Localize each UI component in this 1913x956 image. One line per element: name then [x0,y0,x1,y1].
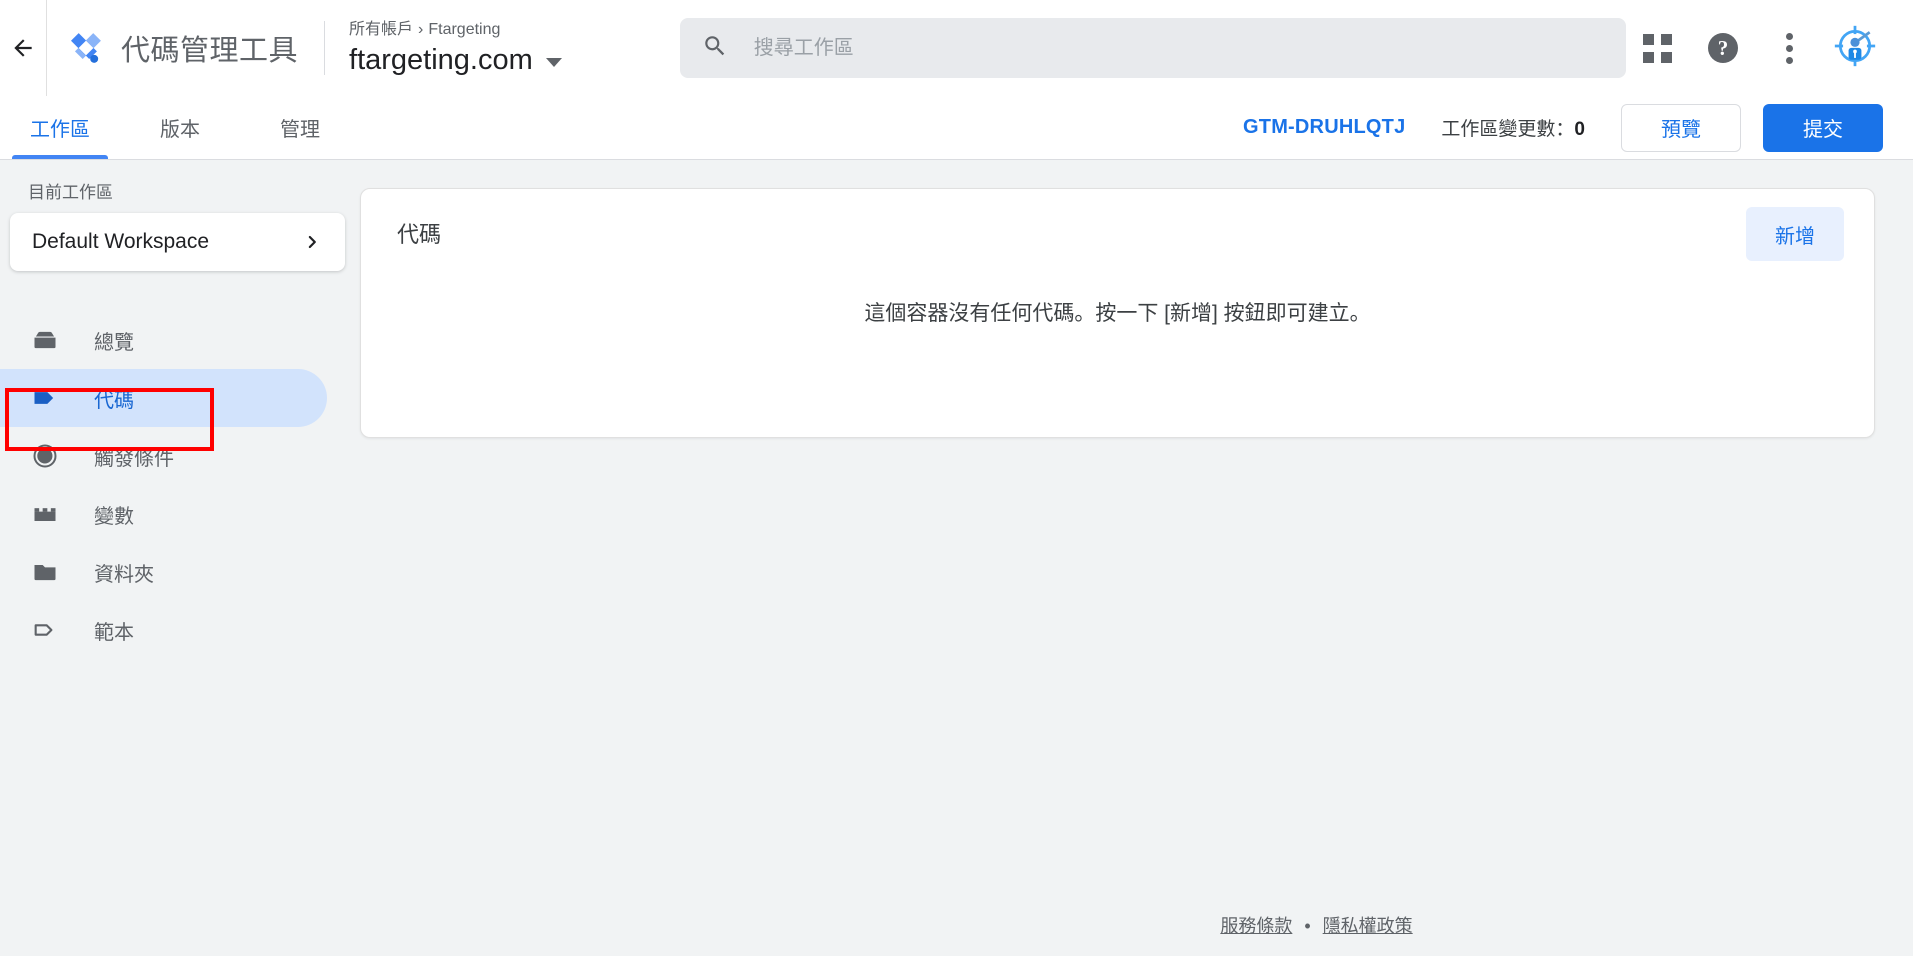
submit-button[interactable]: 提交 [1763,103,1883,152]
page-title: 代碼 [397,222,442,247]
add-tag-button[interactable]: 新增 [1746,207,1844,261]
kebab-dot [1785,44,1793,52]
privacy-policy-link[interactable]: 隱私權政策 [1323,916,1413,936]
sidebar-item-tags-label: 代碼 [94,389,134,412]
kebab-dot [1785,32,1793,40]
tab-workspace-label: 工作區 [30,119,90,141]
sidebar-item-overview[interactable]: 總覽 [0,311,327,369]
tags-card-header: 代碼 新增 [361,189,1874,269]
apps-dot [1660,51,1672,63]
topbar-actions: ? [1629,20,1913,76]
workspace-selector-card[interactable]: Default Workspace [10,213,345,271]
template-tag-outline-icon [28,613,62,647]
search-icon [702,33,728,64]
empty-state-message: 這個容器沒有任何代碼。按一下 [新增] 按鈕即可建立。 [864,302,1371,325]
top-app-bar: 代碼管理工具 所有帳戶 ›Ftargeting ftargeting.com ? [0,0,1913,96]
tab-workspace[interactable]: 工作區 [0,96,120,159]
sidebar-item-overview-label: 總覽 [94,331,134,354]
chevron-right-icon [299,229,325,255]
container-name: ftargeting.com [349,43,533,76]
tab-admin-label: 管理 [280,119,320,141]
container-id-link[interactable]: GTM-DRUHLQTJ [1243,116,1405,139]
back-button[interactable] [0,0,46,96]
tab-bar: 工作區 版本 管理 GTM-DRUHLQTJ 工作區變更數：0 預覽 提交 [0,96,1913,160]
tab-versions[interactable]: 版本 [120,96,240,159]
footer: 服務條款 • 隱私權政策 [360,912,1913,938]
body-area: 目前工作區 Default Workspace 總覽 代碼 觸發條件 變數 資料… [0,160,1913,956]
target-person-avatar-icon [1833,24,1877,73]
apps-dot [1642,51,1654,63]
tab-versions-label: 版本 [160,119,200,141]
tab-bar-actions: GTM-DRUHLQTJ 工作區變更數：0 預覽 提交 [1243,96,1913,159]
sidebar-item-templates[interactable]: 範本 [0,601,327,659]
chevron-down-icon[interactable] [545,57,562,67]
terms-of-service-link[interactable]: 服務條款 [1220,916,1292,936]
sidebar-nav-list: 總覽 代碼 觸發條件 變數 資料夾 範本 [0,311,360,659]
overview-box-icon [28,323,62,357]
sidebar-item-tags[interactable]: 代碼 [0,369,327,427]
trigger-circles-icon [28,439,62,473]
tags-card: 代碼 新增 這個容器沒有任何代碼。按一下 [新增] 按鈕即可建立。 [360,188,1875,438]
search-input[interactable] [753,36,1604,60]
apps-grid-glyph [1642,33,1672,63]
sidebar-item-templates-label: 範本 [94,621,134,644]
sidebar: 目前工作區 Default Workspace 總覽 代碼 觸發條件 變數 資料… [0,160,360,956]
help-glyph: ? [1708,33,1738,63]
workspace-changes-text: 工作區變更數： [1441,119,1575,140]
workspace-changes-count: 0 [1574,119,1585,140]
kebab-more-icon[interactable] [1761,20,1817,76]
breadcrumb-property[interactable]: Ftargeting [428,21,500,38]
apps-grid-icon[interactable] [1629,20,1685,76]
arrow-left-icon [10,35,36,61]
avatar[interactable] [1827,20,1883,76]
sidebar-item-variables[interactable]: 變數 [0,485,327,543]
tag-icon [28,381,62,415]
apps-dot [1642,33,1654,45]
footer-separator: • [1304,916,1311,936]
brand-home-link[interactable]: 代碼管理工具 [47,27,298,69]
help-question-icon[interactable]: ? [1695,20,1751,76]
brand-account-divider [324,21,326,75]
sidebar-item-variables-label: 變數 [94,505,134,528]
container-selector[interactable]: 所有帳戶 › Ftargeting ftargeting.com [349,19,562,78]
container-row: ftargeting.com [349,42,562,78]
sidebar-item-triggers-label: 觸發條件 [94,447,174,470]
tabs-list: 工作區 版本 管理 [0,96,360,160]
kebab-glyph [1785,32,1793,64]
apps-dot [1660,33,1672,45]
breadcrumb-account[interactable]: 所有帳戶 [349,21,413,38]
workspace-changes-label: 工作區變更數：0 [1441,114,1585,141]
variables-blocks-icon [28,497,62,531]
tab-admin[interactable]: 管理 [240,96,360,159]
product-title: 代碼管理工具 [121,35,299,67]
workspace-name: Default Workspace [32,230,210,253]
sidebar-item-triggers[interactable]: 觸發條件 [0,427,327,485]
sidebar-item-folders[interactable]: 資料夾 [0,543,327,601]
main-content: 代碼 新增 這個容器沒有任何代碼。按一下 [新增] 按鈕即可建立。 服務條款 • 隱… [360,160,1913,956]
current-workspace-label: 目前工作區 [28,183,113,202]
sidebar-item-folders-label: 資料夾 [94,563,154,586]
search-bar[interactable] [679,18,1626,78]
preview-button[interactable]: 預覽 [1621,103,1741,152]
kebab-dot [1785,56,1793,64]
breadcrumb: 所有帳戶 › Ftargeting [349,19,562,41]
breadcrumb-separator: › [418,20,424,38]
folder-icon [28,555,62,589]
gtm-diamond-logo [67,29,105,67]
